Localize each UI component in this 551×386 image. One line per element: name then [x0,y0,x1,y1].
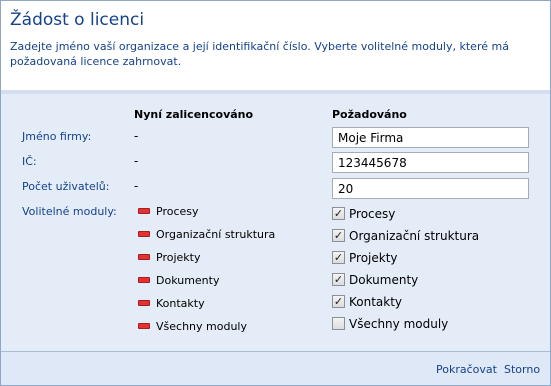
continue-button[interactable]: Pokračovat [436,363,497,376]
minus-icon [138,322,150,329]
optional-modules-label: Volitelné moduly: [22,205,117,218]
licensed-module-label: Organizační struktura [156,228,276,241]
requested-module-organizacni-struktura[interactable]: ✓ Organizační struktura [332,229,479,245]
licensed-module-vsechny-moduly: Všechny moduly [138,319,247,335]
licensed-module-label: Procesy [156,205,199,218]
header-divider [1,90,550,94]
licensed-module-kontakty: Kontakty [138,296,205,312]
requested-module-label[interactable]: Všechny moduly [349,317,448,331]
requested-module-label[interactable]: Kontakty [349,295,402,309]
dialog-footer: Pokračovat Storno [1,352,550,385]
licensed-module-label: Projekty [156,251,201,264]
checkbox-checked-icon[interactable]: ✓ [332,207,345,220]
company-id-input[interactable] [332,152,529,173]
dialog-description: Zadejte jméno vaší organizace a její ide… [10,40,509,68]
checkbox-checked-icon[interactable]: ✓ [332,229,345,242]
requested-module-projekty[interactable]: ✓ Projekty [332,251,398,267]
licensed-module-label: Všechny moduly [156,320,247,333]
minus-icon [138,230,150,237]
licensed-module-label: Dokumenty [156,274,220,287]
company-name-label: Jméno firmy: [22,130,92,143]
requested-module-label[interactable]: Dokumenty [349,273,418,287]
checkbox-checked-icon[interactable]: ✓ [332,251,345,264]
licensed-module-projekty: Projekty [138,250,200,266]
company-name-current: - [134,129,139,143]
checkbox-unchecked-icon[interactable] [332,317,345,330]
licensed-module-label: Kontakty [156,297,205,310]
requested-module-kontakty[interactable]: ✓ Kontakty [332,295,402,311]
dialog-header: Žádost o licenci Zadejte jméno vaší orga… [1,1,550,91]
user-count-label: Počet uživatelů: [22,180,110,193]
company-name-input[interactable] [332,127,529,148]
checkbox-checked-icon[interactable]: ✓ [332,295,345,308]
dialog-title: Žádost o licenci [10,10,145,30]
minus-icon [138,276,150,283]
checkbox-checked-icon[interactable]: ✓ [332,273,345,286]
minus-icon [138,299,150,306]
minus-icon [138,253,150,260]
requested-module-label[interactable]: Projekty [349,251,398,265]
requested-module-label[interactable]: Procesy [349,207,395,221]
requested-module-dokumenty[interactable]: ✓ Dokumenty [332,273,418,289]
requested-module-vsechny-moduly[interactable]: Všechny moduly [332,317,448,333]
license-request-dialog: Žádost o licenci Zadejte jméno vaší orga… [0,0,551,386]
requested-module-procesy[interactable]: ✓ Procesy [332,207,395,223]
licensed-module-dokumenty: Dokumenty [138,273,219,289]
licensed-module-procesy: Procesy [138,204,199,220]
licensed-module-organizacni-struktura: Organizační struktura [138,227,275,243]
user-count-current: - [134,179,139,193]
requested-module-label[interactable]: Organizační struktura [349,229,479,243]
column-header-current: Nyní zalicencováno [134,108,254,121]
minus-icon [138,207,150,214]
cancel-button[interactable]: Storno [504,363,540,376]
column-header-requested: Požadováno [332,108,407,121]
company-id-label: IČ: [22,155,37,168]
company-id-current: - [134,154,139,168]
user-count-input[interactable] [332,178,529,199]
